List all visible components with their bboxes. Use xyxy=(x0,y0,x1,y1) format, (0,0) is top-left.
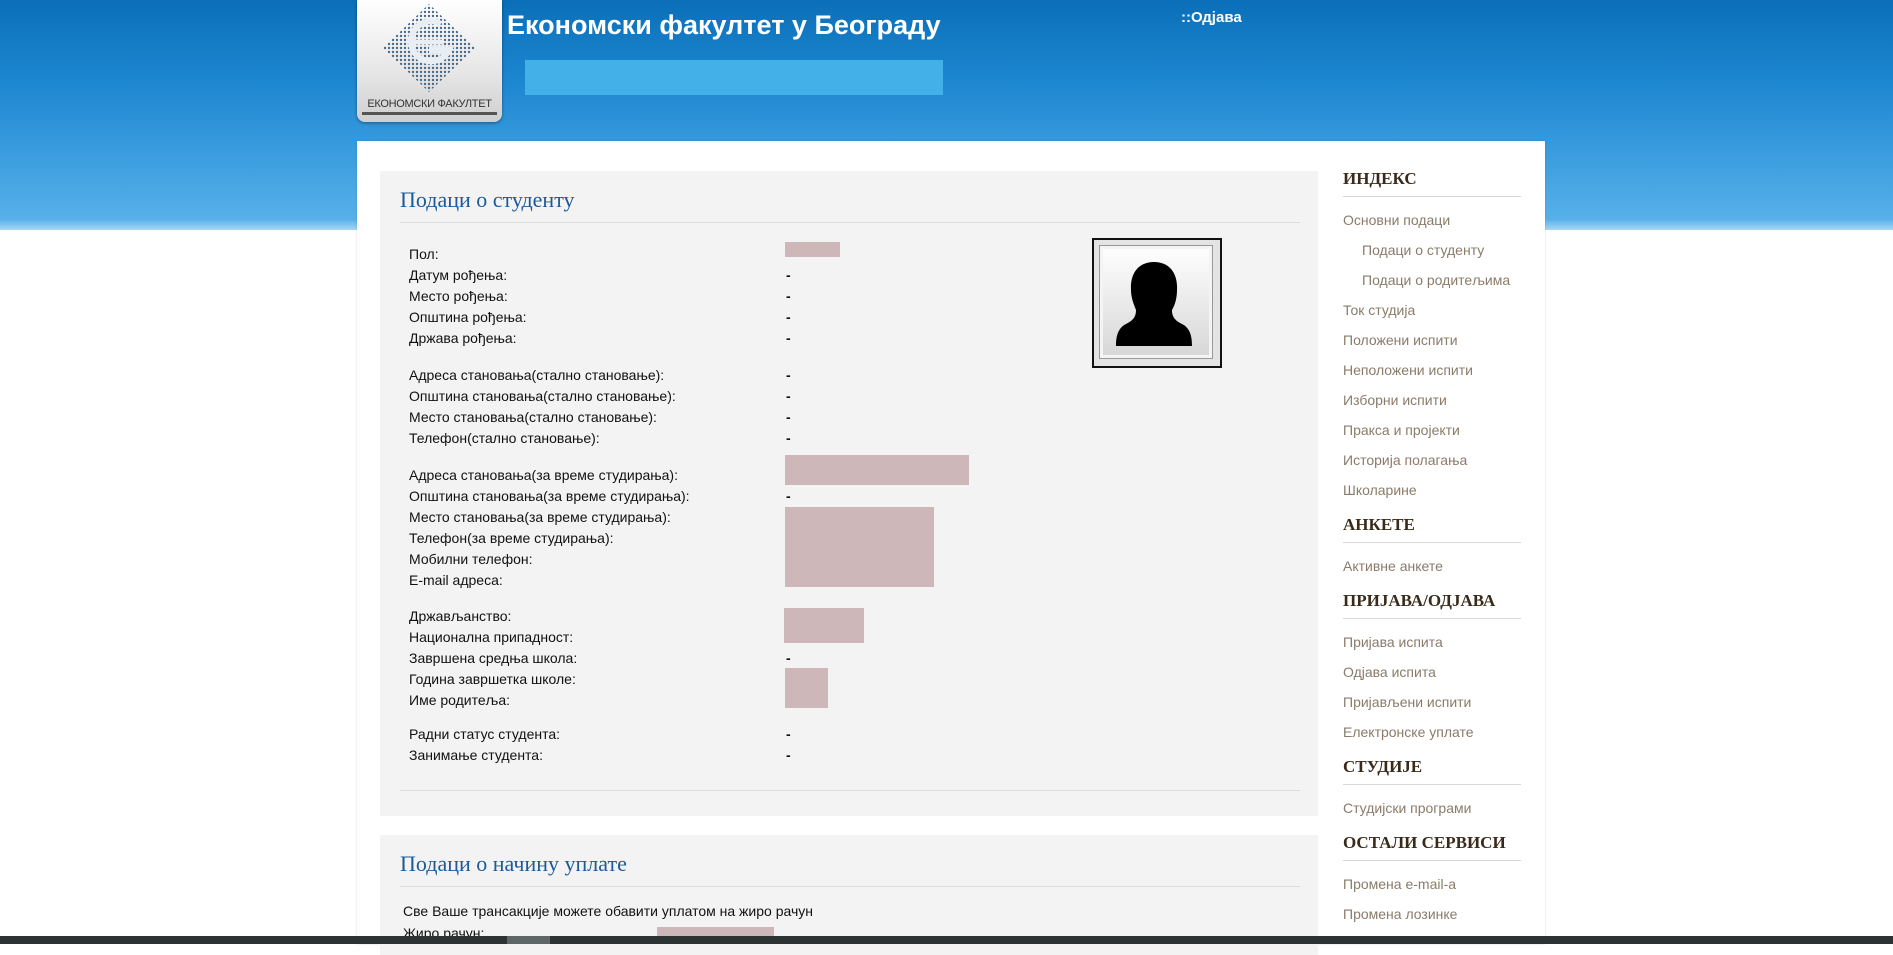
field-label: Место становања(стално становање): xyxy=(409,409,657,425)
sidebar-link[interactable]: Студијски програми xyxy=(1343,800,1471,816)
sidebar-section-title: ОСТАЛИ СЕРВИСИ xyxy=(1343,833,1506,852)
field-value: - xyxy=(786,309,791,325)
sidebar-link[interactable]: Одјава испита xyxy=(1343,664,1436,680)
payment-instructions: Све Ваше трансакције можете обавити упла… xyxy=(403,903,813,919)
person-silhouette-icon xyxy=(1116,262,1192,346)
page-content: Подаци о студенту Пол: Датум рођења: - Мест… xyxy=(357,141,1545,955)
field-value: - xyxy=(786,367,791,383)
field-value: - xyxy=(786,488,791,504)
field-label: Датум рођења: xyxy=(409,267,508,283)
field-value: - xyxy=(786,747,791,763)
sidebar-section-title: ИНДЕКС xyxy=(1343,169,1417,188)
field-label: Општина становања(стално становање): xyxy=(409,388,676,404)
sidebar-link[interactable]: Промена e-mail-a xyxy=(1343,876,1456,892)
panel-title-student: Подаци о студенту xyxy=(400,187,575,212)
field-value: - xyxy=(786,650,791,666)
field-label: Адреса становања(за време студирања): xyxy=(409,467,678,483)
field-label: Занимање студента: xyxy=(409,747,543,763)
redacted-value xyxy=(785,242,840,257)
field-label: Име родитеља: xyxy=(409,692,511,708)
sidebar-link[interactable]: Ток студија xyxy=(1343,302,1415,318)
bottom-bar-tab xyxy=(507,936,550,944)
field-label: Општина становања(за време студирања): xyxy=(409,488,690,504)
redacted-value xyxy=(785,668,828,708)
faculty-logo[interactable]: ЕКОНОМСКИ ФАКУЛТЕТ xyxy=(357,0,502,122)
panel-title-payment: Подаци о начину уплате xyxy=(400,851,627,876)
sidebar-link[interactable]: Електронске уплате xyxy=(1343,724,1474,740)
sidebar-divider xyxy=(1343,542,1521,543)
field-label: Држава рођења: xyxy=(409,330,517,346)
field-value: - xyxy=(786,288,791,304)
redacted-value xyxy=(785,507,934,587)
sidebar-link[interactable]: Основни подаци xyxy=(1343,212,1450,228)
logo-caption: ЕКОНОМСКИ ФАКУЛТЕТ xyxy=(362,98,497,115)
student-photo xyxy=(1092,238,1222,368)
field-value: - xyxy=(786,330,791,346)
redacted-value xyxy=(784,608,864,643)
field-label: Година завршетка школе: xyxy=(409,671,576,687)
bottom-bar xyxy=(0,936,1893,944)
sidebar-divider xyxy=(1343,784,1521,785)
sidebar-link[interactable]: Пракса и пројекти xyxy=(1343,422,1460,438)
field-value: - xyxy=(786,388,791,404)
sidebar-section-title: ПРИЈАВА/ОДЈАВА xyxy=(1343,591,1496,610)
panel-divider xyxy=(400,790,1300,791)
sidebar-link[interactable]: Пријављени испити xyxy=(1343,694,1471,710)
sidebar-divider xyxy=(1343,196,1521,197)
sidebar-link[interactable]: Изборни испити xyxy=(1343,392,1447,408)
panel-divider xyxy=(400,222,1300,223)
field-label: Држављанство: xyxy=(409,608,512,624)
sidebar-divider xyxy=(1343,618,1521,619)
field-value: - xyxy=(786,430,791,446)
sidebar-link[interactable]: Подаци о родитељима xyxy=(1362,272,1510,288)
field-label: Национална припадност: xyxy=(409,629,574,645)
sidebar-section-title: СТУДИЈЕ xyxy=(1343,757,1423,776)
field-label: E-mail адреса: xyxy=(409,572,503,588)
sidebar-link[interactable]: Активне анкете xyxy=(1343,558,1443,574)
faculty-logo-icon xyxy=(383,4,475,92)
photo-placeholder xyxy=(1099,245,1213,359)
panel-divider xyxy=(400,886,1300,887)
sidebar-link[interactable]: Положени испити xyxy=(1343,332,1458,348)
field-label: Место становања(за време студирања): xyxy=(409,509,671,525)
redacted-user-name xyxy=(525,60,943,95)
field-value: - xyxy=(786,267,791,283)
sidebar-link[interactable]: Пријава испита xyxy=(1343,634,1443,650)
field-label: Радни статус студента: xyxy=(409,726,561,742)
site-title: Економски факултет у Београду xyxy=(507,10,941,40)
sidebar-link[interactable]: Историја полагања xyxy=(1343,452,1467,468)
field-label: Телефон(стално становање): xyxy=(409,430,600,446)
field-label: Завршена средња школа: xyxy=(409,650,578,666)
field-label: Општина рођења: xyxy=(409,309,527,325)
field-label: Мобилни телефон: xyxy=(409,551,533,567)
field-label: Место рођења: xyxy=(409,288,508,304)
student-data-panel: Подаци о студенту Пол: Датум рођења: - Мест… xyxy=(380,171,1318,816)
sidebar-link[interactable]: Школарине xyxy=(1343,482,1417,498)
redacted-value xyxy=(785,455,969,485)
sidebar-link[interactable]: Неположени испити xyxy=(1343,362,1473,378)
field-label: Пол: xyxy=(409,246,439,262)
logout-link[interactable]: ::Одјава xyxy=(1181,9,1242,26)
sidebar-link[interactable]: Подаци о студенту xyxy=(1362,242,1484,258)
sidebar-section-title: АНКЕТЕ xyxy=(1343,515,1415,534)
sidebar-link[interactable]: Промена лозинке xyxy=(1343,906,1457,922)
field-label: Адреса становања(стално становање): xyxy=(409,367,665,383)
field-value: - xyxy=(786,409,791,425)
field-value: - xyxy=(786,726,791,742)
field-label: Телефон(за време студирања): xyxy=(409,530,614,546)
sidebar-divider xyxy=(1343,860,1521,861)
